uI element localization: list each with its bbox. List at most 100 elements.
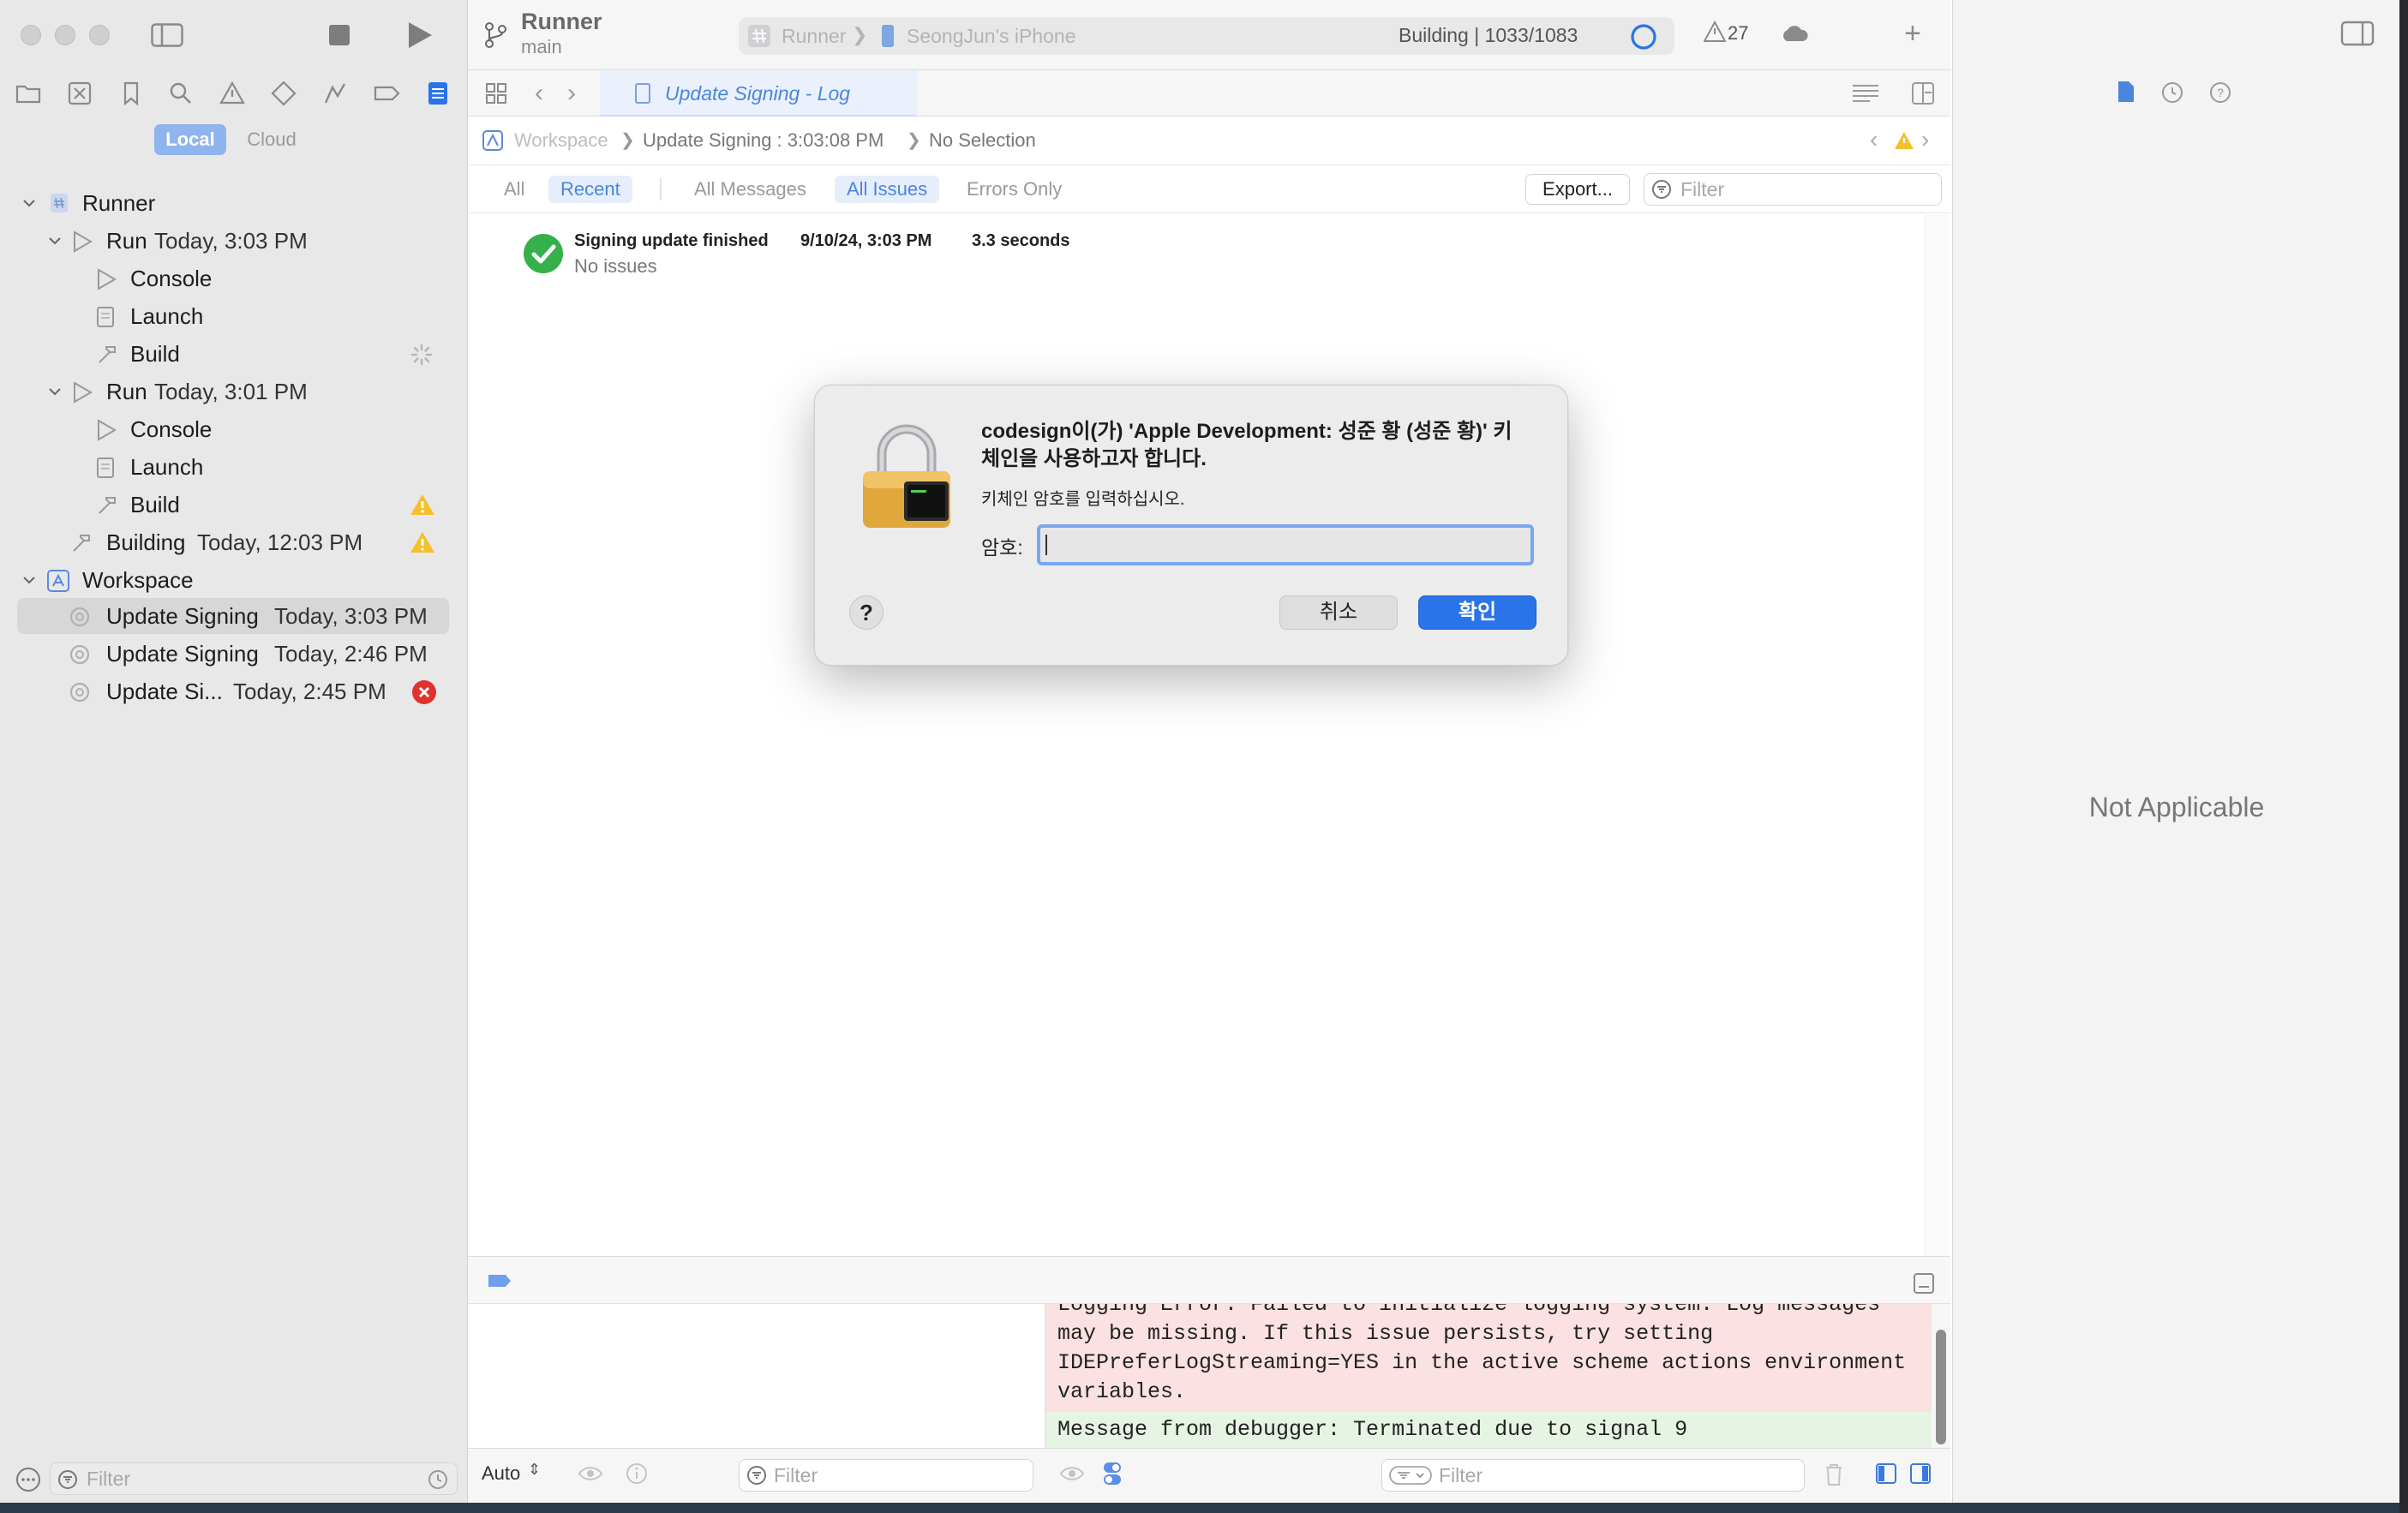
sidebar-toggle-icon[interactable]	[151, 23, 183, 47]
jump-selection[interactable]: No Selection	[929, 129, 1036, 152]
console-line: Logging Error: Failed to initialize logg…	[1057, 1304, 1881, 1317]
scheme-selector[interactable]: Runner	[782, 25, 846, 48]
password-field[interactable]	[1037, 524, 1534, 565]
warning-icon[interactable]	[1894, 131, 1914, 150]
show-console-icon[interactable]	[1909, 1462, 1932, 1485]
scope-local-tab[interactable]: Local	[154, 124, 226, 155]
previous-issue-icon[interactable]: ‹	[1870, 126, 1878, 153]
project-icon	[50, 193, 69, 213]
test-icon[interactable]	[269, 79, 298, 108]
tree-item-update-signing-246[interactable]: Update Signing Today, 2:46 PM	[17, 636, 449, 672]
eye-icon[interactable]	[1059, 1464, 1085, 1483]
grid-icon[interactable]	[485, 82, 507, 105]
console-error-block: Logging Error: Failed to initialize logg…	[1045, 1304, 1932, 1412]
issue-icon[interactable]	[218, 79, 247, 108]
error-icon	[411, 679, 437, 705]
warning-outline-icon[interactable]	[1704, 21, 1726, 43]
filter-all-messages-button[interactable]: All Messages	[682, 176, 818, 203]
inspector-empty-label: Not Applicable	[2088, 792, 2265, 822]
jump-root[interactable]: Workspace	[514, 129, 608, 152]
cancel-button[interactable]: 취소	[1279, 595, 1398, 630]
forward-icon[interactable]: ›	[567, 79, 576, 108]
next-issue-icon[interactable]: ›	[1921, 126, 1929, 153]
log-scrollbar[interactable]	[1925, 214, 1949, 1256]
inspector-pane: ? Not Applicable	[1952, 0, 2399, 1503]
zoom-window-button[interactable]	[89, 25, 110, 45]
jump-item[interactable]: Update Signing : 3:03:08 PM	[643, 129, 884, 152]
show-variables-icon[interactable]	[1875, 1462, 1897, 1485]
lock-icon	[860, 422, 954, 529]
tree-item-update-signing-245[interactable]: Update Si... Today, 2:45 PM	[17, 673, 449, 709]
tree-item-build-303[interactable]: Build	[93, 336, 444, 372]
filter-recent-button[interactable]: Recent	[548, 176, 632, 203]
filter-menu-icon	[1389, 1465, 1432, 1486]
variables-view	[468, 1304, 1045, 1448]
run-icon[interactable]	[406, 21, 434, 50]
hammer-icon	[96, 494, 118, 517]
inspector-toggle-icon[interactable]	[2340, 21, 2375, 46]
more-options-icon[interactable]	[15, 1467, 41, 1492]
tree-item-build-301[interactable]: Build	[93, 487, 444, 523]
document-icon	[96, 457, 115, 479]
file-inspector-icon[interactable]	[2116, 80, 2136, 104]
breakpoint-icon[interactable]	[372, 79, 401, 108]
stop-icon[interactable]	[327, 23, 351, 47]
hide-debug-area-icon[interactable]	[1913, 1272, 1935, 1295]
console-play-icon	[96, 268, 117, 290]
warning-count: 27	[1728, 22, 1749, 44]
add-icon[interactable]: +	[1904, 19, 1921, 48]
close-window-button[interactable]	[21, 25, 41, 45]
history-icon[interactable]	[2160, 81, 2184, 105]
confirm-button[interactable]: 확인	[1418, 595, 1536, 630]
tree-item-update-signing-303[interactable]: Update Signing Today, 3:03 PM	[17, 598, 449, 634]
source-control-icon[interactable]	[65, 79, 94, 108]
cloud-icon[interactable]	[1779, 22, 1810, 45]
console-play-icon	[96, 419, 117, 441]
divider	[660, 178, 662, 200]
eye-icon[interactable]	[578, 1464, 603, 1483]
console-scrollbar[interactable]	[1932, 1304, 1950, 1448]
tree-item-building[interactable]: Building Today, 12:03 PM	[67, 524, 444, 560]
export-button[interactable]: Export...	[1525, 174, 1630, 205]
console-filter-field[interactable]: Filter	[1381, 1459, 1805, 1492]
chevron-right-icon: ❯	[620, 131, 635, 150]
debug-toggle-icon[interactable]	[487, 1273, 512, 1289]
xcode-window: Local Cloud Runner Run Today, 3:03 PM Co…	[0, 0, 2399, 1503]
report-icon[interactable]	[423, 79, 452, 108]
warning-icon	[410, 530, 435, 554]
variables-filter-field[interactable]: Filter	[739, 1459, 1033, 1492]
run-play-icon	[72, 230, 93, 253]
progress-spinner-icon	[410, 343, 434, 367]
filter-errors-only-button[interactable]: Errors Only	[955, 176, 1074, 203]
split-editor-icon[interactable]	[1911, 81, 1935, 105]
help-icon[interactable]: ?	[2208, 81, 2232, 105]
help-button[interactable]: ?	[849, 595, 884, 630]
clock-icon[interactable]	[428, 1469, 448, 1490]
filter-all-button[interactable]: All	[492, 176, 536, 203]
sidebar-filter-field[interactable]: Filter	[50, 1462, 458, 1495]
tab-update-signing-log[interactable]: Update Signing - Log	[600, 70, 917, 117]
device-selector[interactable]: SeongJun's iPhone	[907, 25, 1076, 48]
scrollbar-thumb[interactable]	[1936, 1330, 1946, 1444]
minimize-window-button[interactable]	[55, 25, 75, 45]
trash-icon[interactable]	[1824, 1462, 1844, 1486]
activity-view: Runner ❯ SeongJun's iPhone Building | 10…	[739, 17, 1674, 55]
log-status: No issues	[574, 255, 657, 277]
info-icon[interactable]	[626, 1462, 648, 1485]
dialog-message: 키체인 암호를 입력하십시오.	[981, 490, 1185, 509]
back-icon[interactable]: ‹	[535, 79, 543, 108]
console-output[interactable]: Logging Error: Failed to initialize logg…	[1045, 1304, 1932, 1448]
search-icon[interactable]	[166, 79, 195, 108]
toggle-switch-icon[interactable]	[1102, 1461, 1123, 1486]
log-filter-field[interactable]: Filter	[1644, 173, 1942, 206]
bookmark-icon[interactable]	[117, 79, 146, 108]
svg-text:?: ?	[2217, 86, 2224, 99]
editor-options-icon[interactable]	[1851, 82, 1880, 105]
editor-tab-bar: ‹ › Update Signing - Log	[468, 70, 1950, 117]
folder-icon[interactable]	[14, 79, 43, 108]
filter-all-issues-button[interactable]: All Issues	[835, 176, 940, 203]
password-label: 암호:	[981, 536, 1023, 559]
variables-scope-selector[interactable]: Auto	[482, 1462, 520, 1485]
scope-cloud-tab[interactable]: Cloud	[233, 124, 310, 155]
debug-icon[interactable]	[320, 79, 350, 108]
